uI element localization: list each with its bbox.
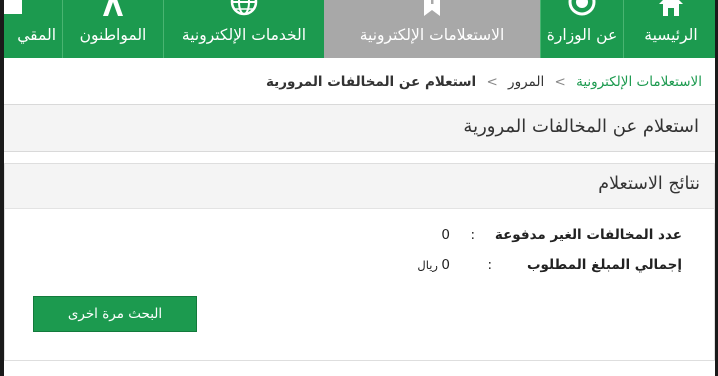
emblem-icon xyxy=(568,0,596,16)
nav-item-about[interactable]: عن الوزارة xyxy=(541,0,623,58)
frame-border-left xyxy=(0,0,4,376)
home-icon xyxy=(659,0,683,16)
residents-icon xyxy=(2,0,22,14)
breadcrumb-link-traffic[interactable]: المرور xyxy=(508,74,544,90)
nav-item-home[interactable]: الرئيسية xyxy=(624,0,718,58)
colon: : xyxy=(470,227,475,243)
nav-divider xyxy=(62,0,63,58)
total-amount-value: 0 xyxy=(441,257,450,273)
page-title-bar: استعلام عن المخالفات المرورية xyxy=(4,104,715,152)
breadcrumb-separator: > xyxy=(486,74,498,90)
nav-item-residents[interactable]: المقي xyxy=(0,0,62,58)
nav-divider xyxy=(163,0,164,58)
colon: : xyxy=(487,257,492,273)
breadcrumb-link-e-inquiries[interactable]: الاستعلامات الإلكترونية xyxy=(576,74,702,90)
unpaid-violations-row: عدد المخالفات الغير مدفوعة : 0 xyxy=(382,227,682,249)
breadcrumb-current: استعلام عن المخالفات المرورية xyxy=(265,74,477,90)
total-amount-label: إجمالي المبلغ المطلوب xyxy=(526,257,682,273)
page-title: استعلام عن المخالفات المرورية xyxy=(463,116,699,137)
nav-divider xyxy=(540,0,541,58)
nav-item-e-services[interactable]: الخدمات الإلكترونية xyxy=(164,0,324,58)
unpaid-violations-label: عدد المخالفات الغير مدفوعة xyxy=(494,227,682,243)
nav-label: المواطنون xyxy=(79,26,147,44)
nav-item-e-inquiries[interactable]: الاستعلامات الإلكترونية xyxy=(324,0,540,58)
results-panel: نتائج الاستعلام عدد المخالفات الغير مدفو… xyxy=(4,163,715,361)
nav-item-citizens[interactable]: المواطنون xyxy=(63,0,163,58)
results-title: نتائج الاستعلام xyxy=(598,174,700,194)
breadcrumb: الاستعلامات الإلكترونية > المرور > استعل… xyxy=(266,64,702,100)
nav-label: الرئيسية xyxy=(644,26,698,44)
info-bookmark-icon xyxy=(424,0,440,16)
nav-label: عن الوزارة xyxy=(546,26,618,44)
globe-icon xyxy=(230,0,258,16)
breadcrumb-separator: > xyxy=(554,74,566,90)
nav-label: المقي xyxy=(17,26,56,44)
total-amount-row: إجمالي المبلغ المطلوب : 0 ريال xyxy=(382,257,682,279)
page: الرئيسية عن الوزارة الاستعلامات الإلكترو… xyxy=(0,0,718,376)
nav-divider xyxy=(623,0,624,58)
nav-label: الخدمات الإلكترونية xyxy=(181,26,307,44)
search-again-button[interactable]: البحث مرة اخرى xyxy=(33,296,197,332)
results-panel-header: نتائج الاستعلام xyxy=(5,164,714,209)
currency-label: ريال xyxy=(417,258,438,272)
top-nav: الرئيسية عن الوزارة الاستعلامات الإلكترو… xyxy=(0,0,718,58)
tower-icon xyxy=(103,0,123,16)
nav-label: الاستعلامات الإلكترونية xyxy=(359,26,505,44)
unpaid-violations-value: 0 xyxy=(441,227,450,243)
